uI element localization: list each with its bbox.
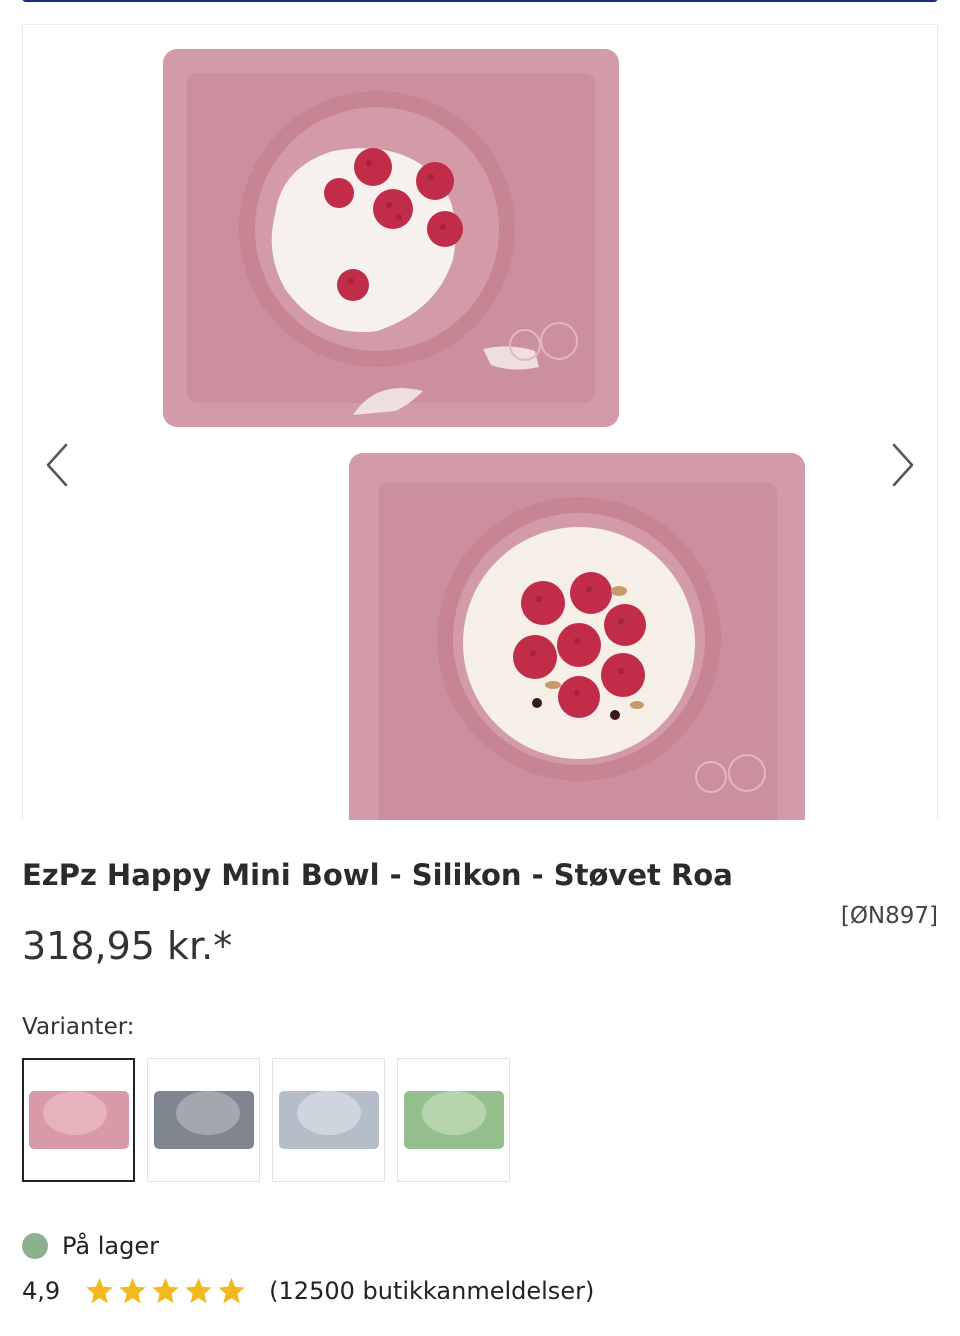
variant-option-grey[interactable] — [147, 1058, 260, 1182]
chevron-right-icon — [892, 443, 914, 487]
star-icon — [185, 1277, 212, 1304]
rating-stars — [84, 1276, 247, 1306]
stock-status: På lager — [22, 1232, 159, 1260]
product-image-gallery[interactable] — [22, 24, 938, 820]
variant-thumbnail — [278, 1091, 379, 1149]
in-stock-indicator — [22, 1233, 48, 1259]
variant-thumbnail — [403, 1091, 504, 1149]
rating-score: 4,9 — [22, 1277, 61, 1305]
variant-option-dusty-rose[interactable] — [22, 1058, 135, 1182]
gallery-next-button[interactable] — [883, 435, 923, 495]
star-icon — [119, 1277, 146, 1304]
variant-thumbnail — [153, 1091, 254, 1149]
product-sku: [ØN897] — [840, 903, 938, 929]
chevron-left-icon — [46, 443, 68, 487]
variant-selector — [22, 1058, 510, 1182]
product-image-top — [163, 49, 619, 427]
stock-status-text: På lager — [62, 1232, 159, 1260]
star-icon — [152, 1277, 179, 1304]
product-image-bottom — [349, 453, 805, 820]
variant-option-pewter[interactable] — [272, 1058, 385, 1182]
top-accent-bar — [22, 0, 938, 2]
review-count[interactable]: (12500 butikkanmeldelser) — [269, 1277, 594, 1305]
variant-option-sage[interactable] — [397, 1058, 510, 1182]
product-title: EzPz Happy Mini Bowl - Silikon - Støvet … — [22, 858, 733, 892]
variant-thumbnail — [28, 1091, 129, 1149]
star-icon — [218, 1277, 245, 1304]
product-price: 318,95 kr.* — [22, 924, 233, 968]
star-icon — [86, 1277, 113, 1304]
rating-summary[interactable]: 4,9 (12500 butikkanmeldelser) — [22, 1276, 594, 1306]
variants-label: Varianter: — [22, 1014, 135, 1040]
gallery-prev-button[interactable] — [37, 435, 77, 495]
